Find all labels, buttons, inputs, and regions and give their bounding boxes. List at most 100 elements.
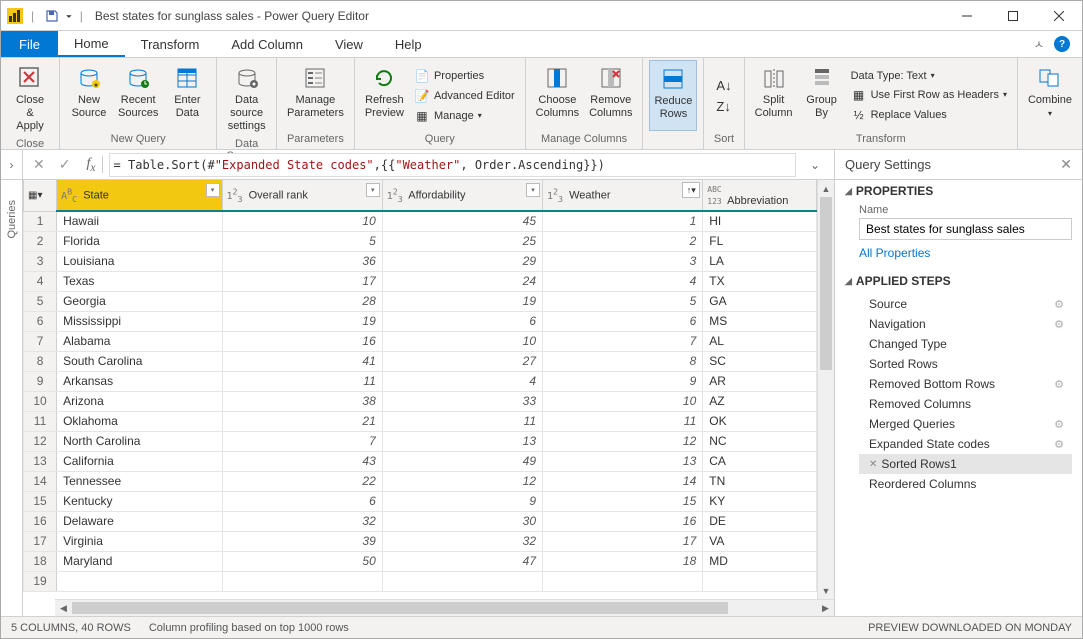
group-by-button[interactable]: Group By [799, 60, 845, 131]
maximize-button[interactable] [990, 1, 1036, 31]
row-number[interactable]: 18 [24, 551, 57, 571]
sort-asc-button[interactable]: A↓ [712, 76, 735, 95]
cell-rank[interactable]: 32 [222, 511, 382, 531]
help-icon[interactable]: ? [1054, 36, 1070, 52]
enter-data-button[interactable]: Enter Data [164, 60, 210, 131]
formula-expand-icon[interactable]: ⌄ [802, 158, 828, 172]
row-number[interactable]: 8 [24, 351, 57, 371]
applied-step[interactable]: Reordered Columns [859, 474, 1072, 494]
cell-weather[interactable]: 16 [543, 511, 703, 531]
advanced-editor-button[interactable]: 📝Advanced Editor [410, 87, 519, 105]
scroll-thumb[interactable] [72, 602, 728, 614]
cell-rank[interactable]: 16 [222, 331, 382, 351]
cell-weather[interactable] [543, 571, 703, 591]
cell-rank[interactable]: 28 [222, 291, 382, 311]
cell-afford[interactable]: 45 [382, 211, 542, 231]
menu-home[interactable]: Home [58, 31, 125, 57]
menu-transform[interactable]: Transform [125, 31, 216, 57]
table-row[interactable]: 2Florida5252FL [24, 231, 817, 251]
cell-weather[interactable]: 11 [543, 411, 703, 431]
cell-state[interactable]: Kentucky [57, 491, 222, 511]
scroll-thumb[interactable] [820, 197, 832, 370]
gear-icon[interactable]: ⚙ [1054, 378, 1064, 391]
scroll-down-icon[interactable]: ▼ [818, 582, 834, 599]
gear-icon[interactable]: ⚙ [1054, 418, 1064, 431]
close-apply-button[interactable]: Close & Apply [7, 60, 53, 136]
row-number[interactable]: 6 [24, 311, 57, 331]
row-number[interactable]: 4 [24, 271, 57, 291]
cell-abbr[interactable]: AL [703, 331, 817, 351]
cell-abbr[interactable]: OK [703, 411, 817, 431]
cell-afford[interactable]: 32 [382, 531, 542, 551]
column-header-affordability[interactable]: 123 Affordability▾ [382, 180, 542, 211]
cell-afford[interactable]: 24 [382, 271, 542, 291]
recent-sources-button[interactable]: Recent Sources [114, 60, 162, 131]
cell-abbr[interactable]: NC [703, 431, 817, 451]
cell-rank[interactable]: 7 [222, 431, 382, 451]
split-column-button[interactable]: Split Column [751, 60, 797, 131]
cell-state[interactable]: Maryland [57, 551, 222, 571]
cell-rank[interactable]: 6 [222, 491, 382, 511]
combine-button[interactable]: Combine▾ [1024, 60, 1076, 131]
applied-steps-section[interactable]: ◢APPLIED STEPS [845, 274, 1072, 288]
new-source-button[interactable]: ★ New Source [66, 60, 112, 131]
delete-step-icon[interactable]: ✕ [869, 459, 877, 470]
cell-afford[interactable]: 12 [382, 471, 542, 491]
cell-rank[interactable]: 41 [222, 351, 382, 371]
applied-step[interactable]: Expanded State codes⚙ [859, 434, 1072, 454]
first-row-headers-button[interactable]: ▦Use First Row as Headers ▾ [847, 86, 1011, 104]
cell-state[interactable]: South Carolina [57, 351, 222, 371]
menu-add-column[interactable]: Add Column [215, 31, 319, 57]
applied-step[interactable]: Source⚙ [859, 294, 1072, 314]
cell-weather[interactable]: 6 [543, 311, 703, 331]
status-profiling[interactable]: Column profiling based on top 1000 rows [149, 622, 349, 634]
cell-abbr[interactable]: DE [703, 511, 817, 531]
close-button[interactable] [1036, 1, 1082, 31]
table-row[interactable]: 11Oklahoma211111OK [24, 411, 817, 431]
data-grid[interactable]: ▦▾ ABC State▾ 123 Overall rank▾ 123 Affo… [23, 180, 817, 592]
data-source-settings-button[interactable]: Data source settings [223, 60, 270, 136]
choose-columns-button[interactable]: Choose Columns [532, 60, 583, 131]
query-name-input[interactable] [859, 218, 1072, 240]
reduce-rows-button[interactable]: Reduce Rows [649, 60, 697, 131]
row-number[interactable]: 19 [24, 571, 57, 591]
table-row[interactable]: 18Maryland504718MD [24, 551, 817, 571]
cell-afford[interactable]: 29 [382, 251, 542, 271]
properties-section[interactable]: ◢PROPERTIES [845, 184, 1072, 198]
cell-abbr[interactable]: FL [703, 231, 817, 251]
cell-state[interactable]: Alabama [57, 331, 222, 351]
cell-abbr[interactable]: VA [703, 531, 817, 551]
cell-state[interactable]: Arkansas [57, 371, 222, 391]
settings-close-icon[interactable]: ✕ [1060, 156, 1072, 173]
cell-abbr[interactable]: LA [703, 251, 817, 271]
cell-rank[interactable]: 36 [222, 251, 382, 271]
cell-state[interactable]: Tennessee [57, 471, 222, 491]
all-properties-link[interactable]: All Properties [845, 240, 1072, 266]
cell-weather[interactable]: 17 [543, 531, 703, 551]
queries-expand-icon[interactable]: › [1, 150, 23, 179]
cell-abbr[interactable]: HI [703, 211, 817, 231]
table-row[interactable]: 14Tennessee221214TN [24, 471, 817, 491]
column-header-abbreviation[interactable]: ABC123 Abbreviation [703, 180, 817, 211]
cell-rank[interactable]: 11 [222, 371, 382, 391]
cell-afford[interactable]: 10 [382, 331, 542, 351]
applied-step[interactable]: ✕Sorted Rows1 [859, 454, 1072, 474]
cell-afford[interactable]: 49 [382, 451, 542, 471]
cell-state[interactable]: Mississippi [57, 311, 222, 331]
cell-afford[interactable]: 25 [382, 231, 542, 251]
row-number[interactable]: 5 [24, 291, 57, 311]
vertical-scrollbar[interactable]: ▲ ▼ [817, 180, 834, 599]
manage-query-button[interactable]: ▦Manage ▾ [410, 107, 519, 125]
remove-columns-button[interactable]: Remove Columns [585, 60, 636, 131]
cell-rank[interactable]: 43 [222, 451, 382, 471]
applied-step[interactable]: Removed Bottom Rows⚙ [859, 374, 1072, 394]
table-row[interactable]: 6Mississippi1966MS [24, 311, 817, 331]
applied-step[interactable]: Sorted Rows [859, 354, 1072, 374]
table-row[interactable]: 5Georgia28195GA [24, 291, 817, 311]
cell-state[interactable] [57, 571, 222, 591]
cell-weather[interactable]: 14 [543, 471, 703, 491]
cell-state[interactable]: Virginia [57, 531, 222, 551]
cell-weather[interactable]: 15 [543, 491, 703, 511]
cell-abbr[interactable]: MS [703, 311, 817, 331]
cell-weather[interactable]: 2 [543, 231, 703, 251]
